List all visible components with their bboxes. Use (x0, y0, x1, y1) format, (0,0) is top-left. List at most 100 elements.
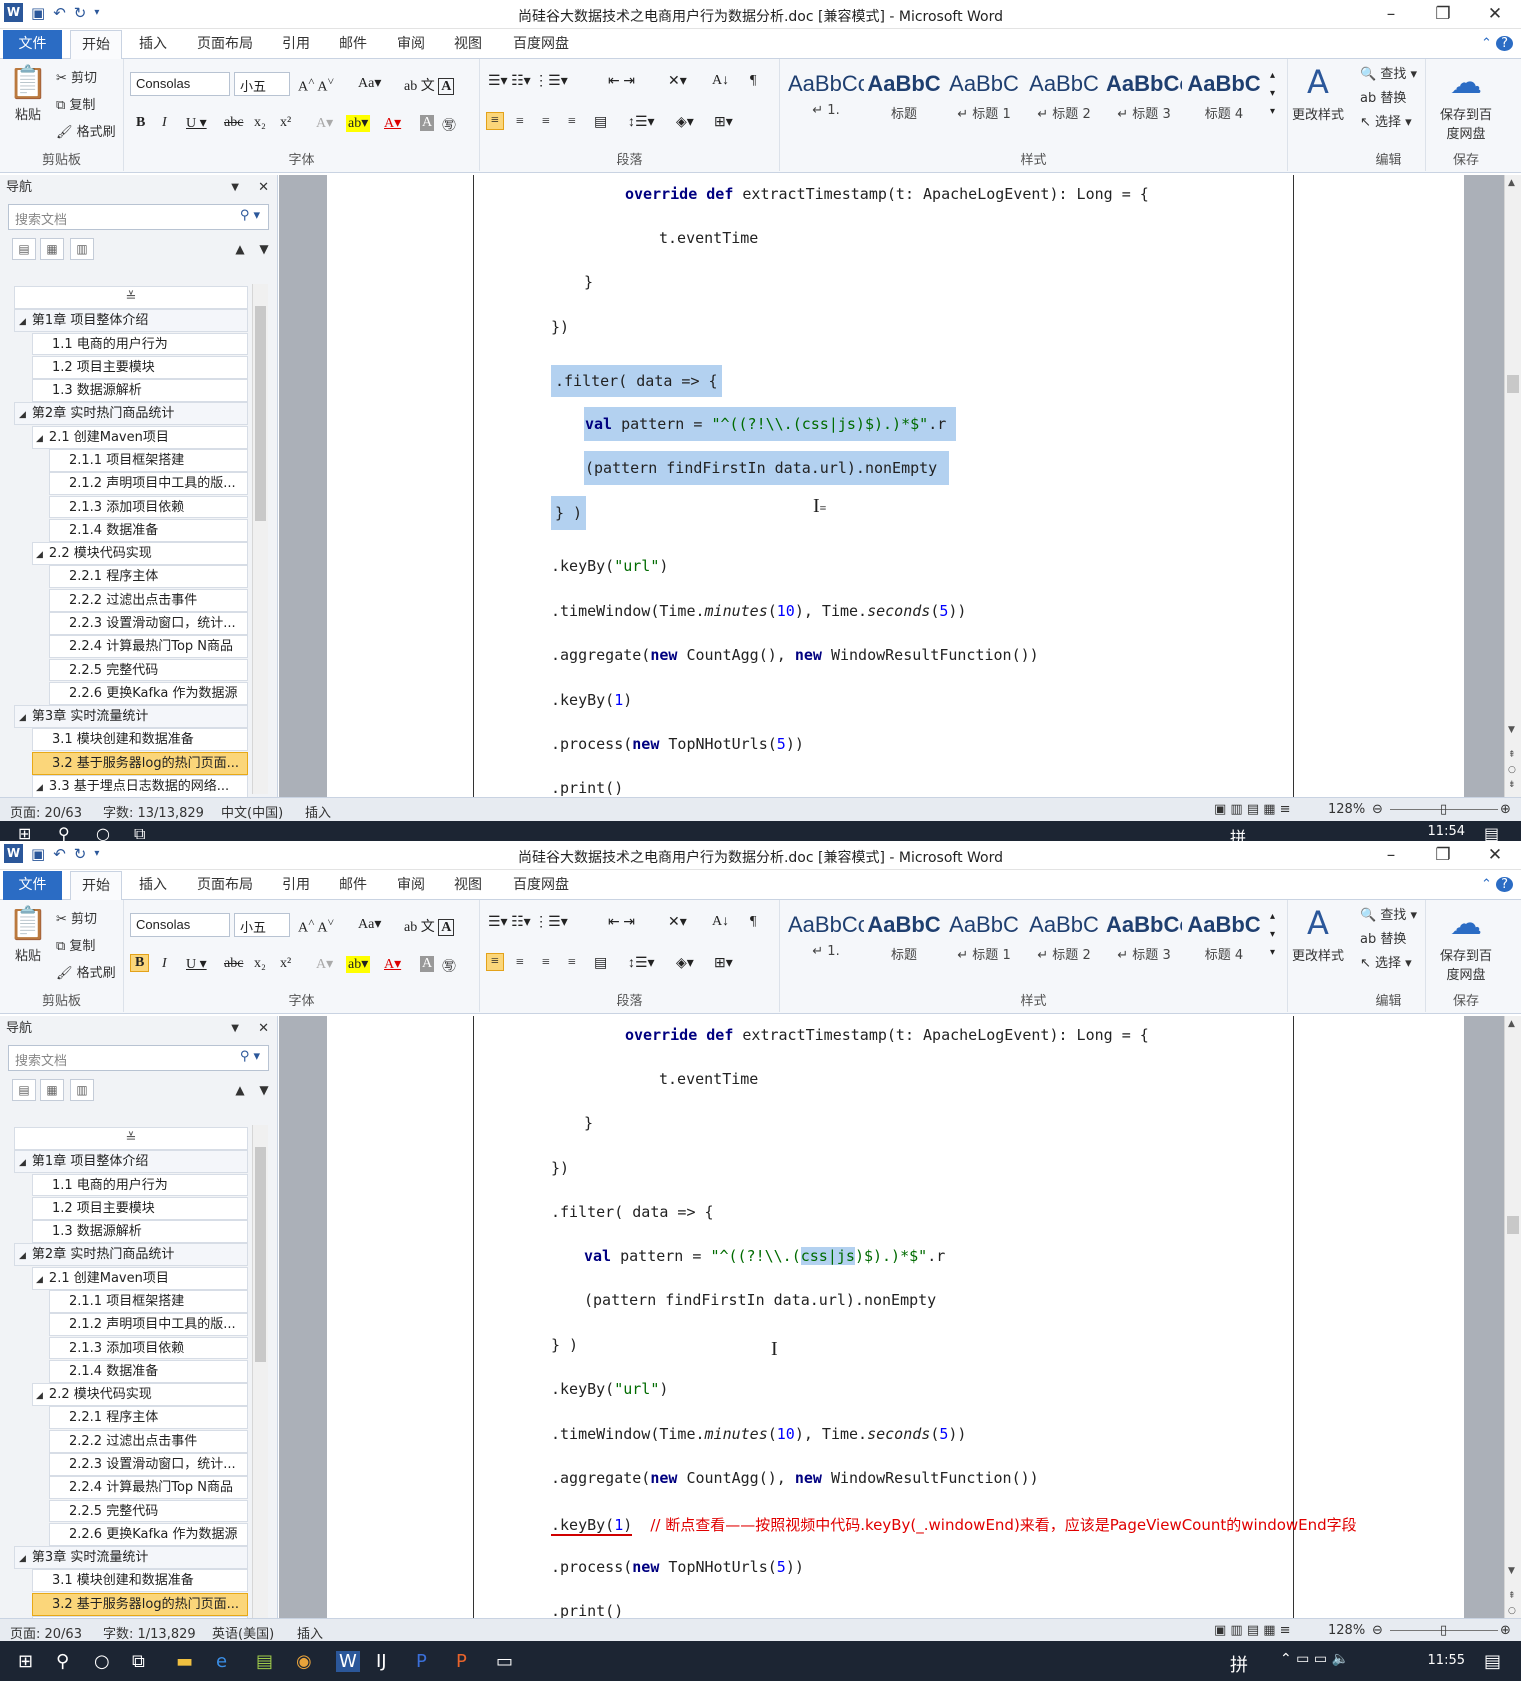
borders-icon[interactable]: ⊞▾ (714, 114, 733, 131)
tab-references[interactable]: 引用 (276, 30, 316, 59)
zoom-in-icon[interactable]: ⊕ (1500, 802, 1511, 817)
justify-button[interactable]: ≡ (568, 114, 576, 130)
clock[interactable]: 11:55 (1428, 1653, 1465, 1668)
scroll-up-icon[interactable]: ▲ (1508, 178, 1515, 188)
document-page[interactable]: override def extractTimestamp(t: ApacheL… (327, 175, 1464, 797)
page-count[interactable]: 页面: 20/63 (10, 1623, 82, 1642)
nav-item[interactable]: 2.1.1 项目框架搭建 (49, 1289, 248, 1313)
nav-scrollbar[interactable] (252, 284, 268, 794)
search-icon[interactable]: ⚲ ▾ (240, 1049, 260, 1064)
screen-recorder-icon[interactable]: ▭ (496, 1651, 513, 1672)
tab-review[interactable]: 审阅 (391, 871, 431, 900)
task-view-icon[interactable]: ⧉ (132, 1651, 145, 1672)
nav-item[interactable]: ◢ 第2章 实时热门商品统计 (14, 1243, 248, 1267)
task-view-icon[interactable]: ⧉ (134, 824, 145, 842)
tab-file[interactable]: 文件 (3, 30, 62, 59)
text-effects-icon[interactable]: A▾ (316, 115, 333, 132)
nav-item[interactable]: 2.1.4 数据准备 (49, 1359, 248, 1383)
replace-button[interactable]: ab 替换 (1360, 928, 1406, 947)
find-button[interactable]: 🔍 查找 ▾ (1360, 63, 1417, 82)
phonetic-guide-icon[interactable]: ab 文 A (404, 75, 455, 95)
ribbon-collapse-icon[interactable]: ⌃ (1481, 877, 1492, 892)
tab-review[interactable]: 审阅 (391, 30, 431, 59)
vertical-scrollbar[interactable]: ▲ ▼ ⇞ ○ ⇟ (1504, 1016, 1521, 1638)
nav-item[interactable]: 2.2.6 更换Kafka 作为数据源 (49, 1522, 248, 1546)
zoom-level[interactable]: 128% (1328, 1623, 1365, 1638)
ime-icon[interactable]: 拼 (1230, 1651, 1248, 1677)
line-spacing-icon[interactable]: ↕☰▾ (628, 114, 655, 131)
shading-icon[interactable]: ◈▾ (676, 114, 694, 131)
edge-icon[interactable]: e (216, 1651, 227, 1672)
bullets-icon[interactable]: ☰▾ ☷▾ ⋮☰▾ (488, 73, 568, 90)
tab-mailings[interactable]: 邮件 (333, 871, 373, 900)
nav-next-icon[interactable]: ▼ (252, 1080, 276, 1102)
notification-icon[interactable]: ▤ (1484, 1651, 1501, 1672)
help-icon[interactable]: ? (1496, 36, 1513, 51)
word-taskbar-icon[interactable]: W (336, 1651, 360, 1672)
distributed-button[interactable]: ▤ (594, 114, 607, 131)
nav-item[interactable]: 2.1.2 声明项目中工具的版... (49, 1313, 248, 1337)
phonetic-guide-icon[interactable]: ab 文 A (404, 916, 455, 936)
indent-icon[interactable]: ⇤ ⇥ (608, 73, 635, 90)
font-size-select[interactable]: 小五 (234, 913, 290, 937)
scroll-down-icon[interactable]: ▼ (1508, 1566, 1515, 1576)
nav-pages-tab[interactable]: ▦ (40, 1079, 64, 1101)
browse-object-icon[interactable]: ○ (1508, 765, 1516, 775)
save-to-baidu-button[interactable]: ☁ 保存到百度网盘 (1436, 63, 1496, 142)
word-count[interactable]: 字数: 13/13,829 (103, 802, 204, 821)
paste-button[interactable]: 📋 粘贴 (8, 904, 48, 964)
nav-item[interactable]: 2.2.3 设置滑动窗口，统计... (49, 1452, 248, 1476)
text-effects-icon[interactable]: A▾ (316, 956, 333, 973)
align-right-button[interactable]: ≡ (542, 114, 550, 130)
font-name-select[interactable]: Consolas (130, 913, 230, 937)
chinese-layout-icon[interactable]: ✕▾ (668, 914, 687, 931)
page-count[interactable]: 页面: 20/63 (10, 802, 82, 821)
align-right-button[interactable]: ≡ (542, 955, 550, 971)
nav-item[interactable]: ◢ 2.2 模块代码实现 (32, 1383, 248, 1406)
tab-home[interactable]: 开始 (70, 30, 122, 60)
clock[interactable]: 11:54 (1428, 824, 1465, 839)
nav-item-selected[interactable]: 3.2 基于服务器log的热门页面... (32, 1592, 248, 1616)
nav-item[interactable]: ◢ 第1章 项目整体介绍 (14, 309, 248, 333)
document-page[interactable]: override def extractTimestamp(t: ApacheL… (327, 1016, 1464, 1638)
style-item[interactable]: AaBbC ↵ 标题 1 (946, 67, 1022, 129)
zoom-slider[interactable]: ▯ (1440, 1623, 1447, 1638)
justify-button[interactable]: ≡ (568, 955, 576, 971)
nav-item[interactable]: 2.1.3 添加项目依赖 (49, 495, 248, 519)
tab-baidu-netdisk[interactable]: 百度网盘 (506, 30, 576, 59)
copy-button[interactable]: ⧉ 复制 (56, 935, 95, 954)
nav-item[interactable]: ◢ 第3章 实时流量统计 (14, 705, 248, 728)
sort-icon[interactable]: A↓ (712, 914, 729, 930)
insert-mode[interactable]: 插入 (297, 1623, 323, 1642)
cut-button[interactable]: ✂ 剪切 (56, 67, 97, 86)
change-styles-button[interactable]: A 更改样式 (1290, 904, 1346, 964)
tab-page-layout[interactable]: 页面布局 (190, 871, 260, 900)
underline-button[interactable]: U ▾ (186, 115, 207, 132)
nav-item[interactable]: ◢3.3 基于埋点日志数据的网络... (32, 774, 248, 798)
change-styles-button[interactable]: A 更改样式 (1290, 63, 1346, 123)
align-left-button[interactable]: ≡ (486, 953, 504, 971)
browse-object-icon[interactable]: ○ (1508, 1606, 1516, 1616)
word-count[interactable]: 字数: 1/13,829 (103, 1623, 196, 1642)
grow-font-icon[interactable]: A˄ A˅ (298, 75, 334, 96)
tab-mailings[interactable]: 邮件 (333, 30, 373, 59)
nav-item[interactable]: 2.2.2 过滤出点击事件 (49, 1429, 248, 1453)
style-item[interactable]: AaBbC 标题 (866, 67, 942, 129)
nav-next-icon[interactable]: ▼ (252, 239, 276, 261)
select-button[interactable]: ↖ 选择 ▾ (1360, 952, 1412, 971)
close-icon[interactable]: ✕ (1469, 841, 1521, 870)
enclose-char-icon[interactable]: ㊢ (442, 115, 456, 135)
intellij-icon[interactable]: IJ (376, 1651, 387, 1672)
zoom-in-icon[interactable]: ⊕ (1500, 1623, 1511, 1638)
file-explorer-icon[interactable]: ▬ (176, 1651, 193, 1672)
tab-baidu-netdisk[interactable]: 百度网盘 (506, 871, 576, 900)
select-button[interactable]: ↖ 选择 ▾ (1360, 111, 1412, 130)
nav-scrollbar[interactable] (252, 1125, 268, 1635)
vertical-scrollbar[interactable]: ▲ ▼ ⇞ ○ ⇟ (1504, 175, 1521, 797)
tab-insert[interactable]: 插入 (133, 30, 173, 59)
nav-item[interactable]: 2.1.3 添加项目依赖 (49, 1336, 248, 1360)
prev-page-icon[interactable]: ⇞ (1508, 1591, 1516, 1601)
nav-pages-tab[interactable]: ▦ (40, 238, 64, 260)
subscript-button[interactable]: x₂ (254, 115, 266, 131)
nav-item[interactable]: 1.2 项目主要模块 (32, 355, 248, 379)
